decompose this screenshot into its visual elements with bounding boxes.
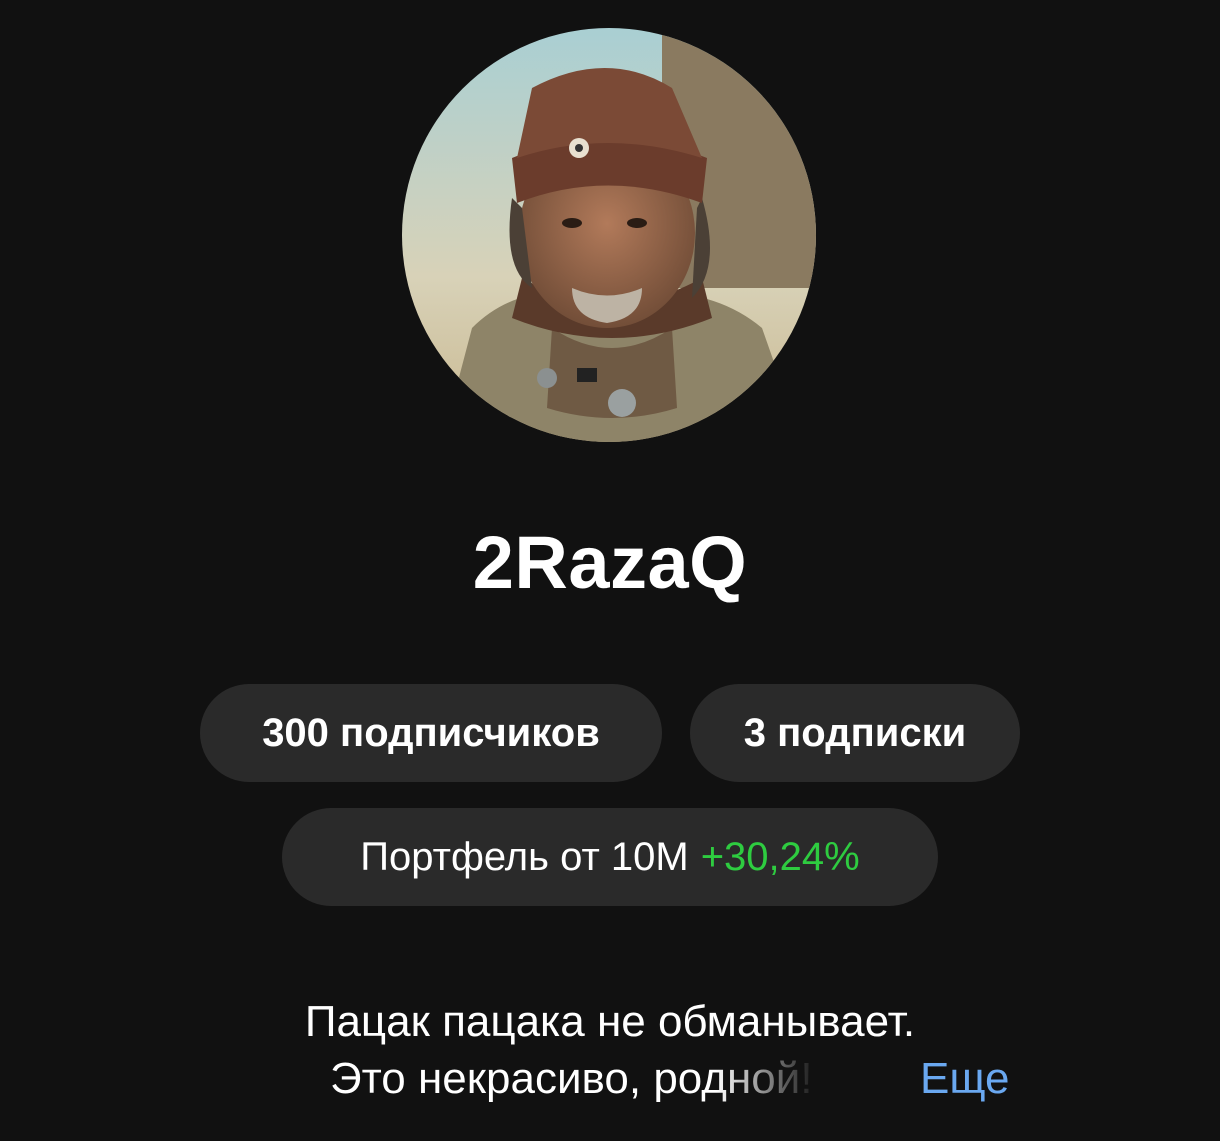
bio-line-2-text: Это некрасиво, родной! [330,1054,813,1103]
bio-line-1: Пацак пацака не обманывает. [304,997,916,1046]
avatar[interactable] [402,28,816,442]
following-button[interactable]: 3 подписки [690,684,1020,782]
profile-photo [402,28,816,442]
followers-label: 300 подписчиков [262,710,600,755]
portfolio-button[interactable]: Портфель от 10М +30,24% [282,808,938,906]
username: 2RazaQ [472,521,748,604]
portfolio-gain: +30,24% [700,834,860,879]
portfolio-label: Портфель от 10М [360,834,689,879]
show-more-link[interactable]: Еще [920,1051,1010,1107]
followers-button[interactable]: 300 подписчиков [200,684,662,782]
following-label: 3 подписки [743,710,967,755]
bio-line-2: Это некрасиво, родной! [330,1051,813,1107]
